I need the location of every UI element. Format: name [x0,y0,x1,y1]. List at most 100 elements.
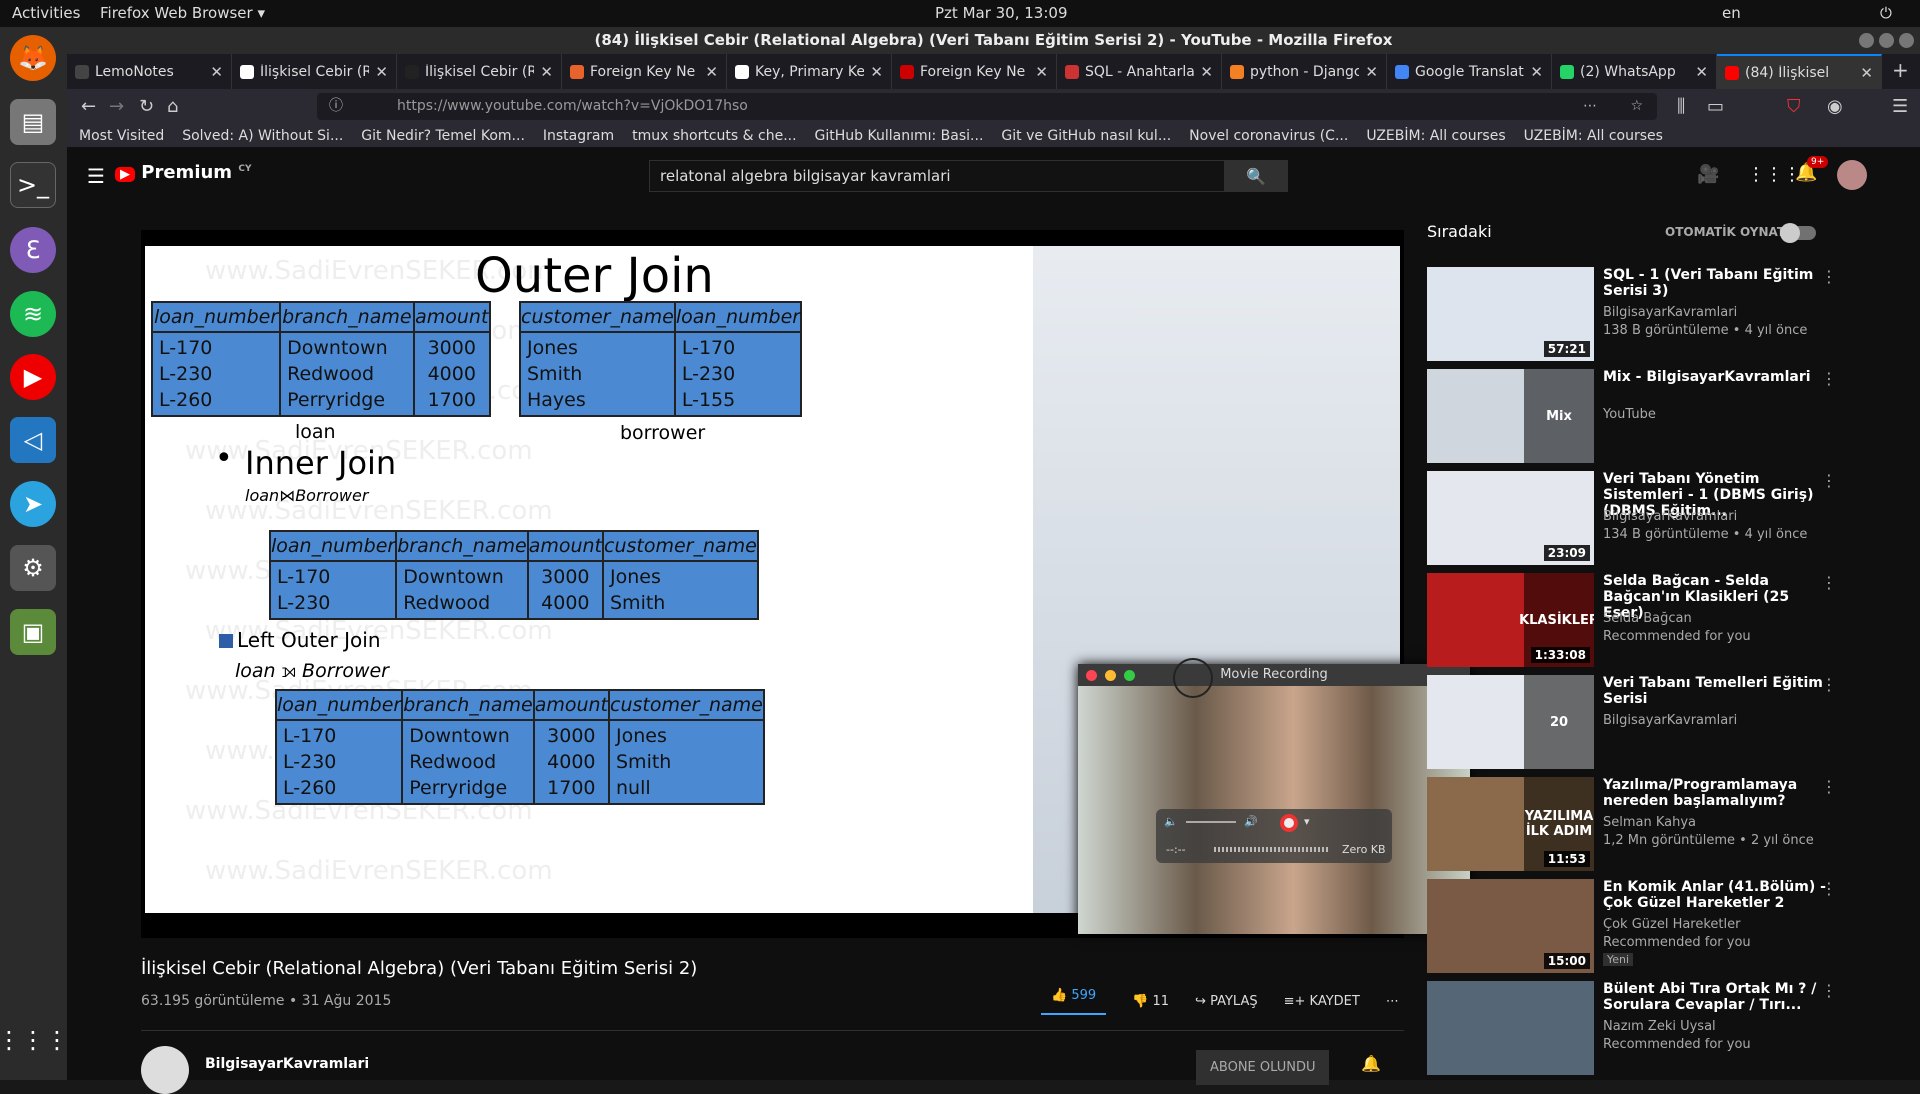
tab-7[interactable]: python - Djangc ✕ [1222,54,1387,89]
home-icon[interactable]: ⌂ [167,96,178,117]
tab-2[interactable]: İlişkisel Cebir (R ✕ [397,54,562,89]
close-tab-icon[interactable]: ✕ [870,63,883,81]
video-thumbnail[interactable]: 20 [1427,675,1594,769]
create-video-icon[interactable]: 🎥 [1697,164,1719,185]
bookmark-item[interactable]: Most Visited [79,128,164,144]
firefox-icon[interactable]: 🦊 [10,35,56,81]
more-actions-icon[interactable]: ⋯ [1386,994,1399,1009]
search-input[interactable]: relatonal algebra bilgisayar kavramlari [649,160,1227,192]
video-thumbnail[interactable]: Mix [1427,369,1594,463]
youtube-logo[interactable]: ▶ Premium CY [115,162,251,183]
tab-10[interactable]: (84) İlişkisel ✕ [1717,54,1882,89]
site-info-icon[interactable]: ⓘ [329,93,343,120]
video-thumbnail[interactable]: YAZILIMA İLK ADIM 11:53 [1427,777,1594,871]
emacs-icon[interactable]: ℇ [10,227,56,273]
close-tab-icon[interactable]: ✕ [1530,63,1543,81]
bookmark-star-icon[interactable]: ☆ [1630,93,1643,120]
movie-recording-window[interactable]: Movie Recording 🔈 🔊 ▾ --:-- Zero KB [1078,664,1470,934]
more-options-icon[interactable]: ⋮ [1821,777,1837,796]
maximize-button[interactable] [1879,33,1894,48]
tab-4[interactable]: Key, Primary Key, U ✕ [727,54,892,89]
close-tab-icon[interactable]: ✕ [1365,63,1378,81]
recommended-title[interactable]: Bülent Abi Tıra Ortak Mı ? / Sorulara Ce… [1603,981,1833,1013]
save-button[interactable]: ≡+ KAYDET [1284,994,1360,1009]
apps-grid-icon[interactable]: ⋮⋮⋮ [1747,164,1801,185]
new-tab-button[interactable]: + [1882,54,1919,89]
video-thumbnail[interactable]: 15:00 [1427,879,1594,973]
clock[interactable]: Pzt Mar 30, 13:09 [935,4,1068,22]
bookmark-item[interactable]: Git ve GitHub nasıl kul... [1001,128,1171,144]
language-indicator[interactable]: en [1722,4,1741,22]
close-window-button[interactable] [1899,33,1914,48]
bookmark-item[interactable]: tmux shortcuts & che... [632,128,796,144]
recommended-video[interactable]: 57:21 SQL - 1 (Veri Tabanı Eğitim Serisi … [1427,267,1837,361]
video-thumbnail[interactable]: KLASİKLER 1:33:08 [1427,573,1594,667]
recommended-title[interactable]: SQL - 1 (Veri Tabanı Eğitim Serisi 3) [1603,267,1833,299]
tab-6[interactable]: SQL - Anahtarla ✕ [1057,54,1222,89]
search-button[interactable]: 🔍 [1224,160,1288,192]
menu-icon[interactable]: ☰ [1892,96,1908,117]
more-options-icon[interactable]: ⋮ [1821,675,1837,694]
notification-bell-icon[interactable]: 🔔 [1361,1054,1381,1073]
video-thumbnail[interactable]: 23:09 [1427,471,1594,565]
forward-icon[interactable]: → [109,96,124,117]
channel-name[interactable]: BilgisayarKavramlari [205,1056,369,1072]
recommended-video[interactable]: 23:09 Veri Tabanı Yönetim Sistemleri - 1 … [1427,471,1837,565]
bookmark-item[interactable]: UZEBİM: All courses [1524,128,1663,144]
close-tab-icon[interactable]: ✕ [540,63,553,81]
close-tab-icon[interactable]: ✕ [210,63,223,81]
close-tab-icon[interactable]: ✕ [1860,64,1873,82]
more-options-icon[interactable]: ⋮ [1821,471,1837,490]
more-options-icon[interactable]: ⋮ [1821,369,1837,388]
mac-zoom-button[interactable] [1124,670,1135,681]
dislike-button[interactable]: 👎 11 [1132,994,1169,1009]
record-button[interactable] [1280,814,1298,832]
library-icon[interactable]: ⫼ [1677,96,1685,117]
recommended-video[interactable]: Bülent Abi Tıra Ortak Mı ? / Sorulara Ce… [1427,981,1837,1075]
recommended-title[interactable]: Yazılıma/Programlamaya nereden başlamalı… [1603,777,1833,809]
recommended-video[interactable]: 15:00 En Komik Anlar (41.Bölüm) - Çok Güz… [1427,879,1837,973]
bookmark-item[interactable]: UZEBİM: All courses [1366,128,1505,144]
files-icon[interactable]: ▤ [10,99,56,145]
tab-3[interactable]: Foreign Key Ne ✕ [562,54,727,89]
recommended-video[interactable]: 20 Veri Tabanı Temelleri Eğitim Serisi Bil… [1427,675,1837,769]
terminal-icon[interactable]: >_ [10,162,56,208]
bookmark-item[interactable]: Novel coronavirus (C... [1189,128,1348,144]
video-thumbnail[interactable] [1427,981,1594,1075]
app-grid-icon[interactable]: ⋮⋮⋮ [0,1017,69,1063]
bookmark-item[interactable]: GitHub Kullanımı: Basi... [815,128,984,144]
volume-slider[interactable] [1186,821,1236,823]
minimize-button[interactable] [1859,33,1874,48]
more-options-icon[interactable]: ⋮ [1821,879,1837,898]
spotify-icon[interactable]: ≋ [10,291,56,337]
image-viewer-icon[interactable]: ▣ [10,609,56,655]
sidebar-toggle-icon[interactable]: ▭ [1707,96,1724,117]
recommended-video[interactable]: Mix Mix - BilgisayarKavramlari YouTube ⋮ [1427,369,1837,463]
close-tab-icon[interactable]: ✕ [1695,63,1708,81]
recommended-video[interactable]: KLASİKLER 1:33:08 Selda Bağcan - Selda Bağ… [1427,573,1837,667]
more-options-icon[interactable]: ⋮ [1821,981,1837,1000]
more-options-icon[interactable]: ⋮ [1821,267,1837,286]
recommended-video[interactable]: YAZILIMA İLK ADIM 11:53 Yazılıma/Programla… [1427,777,1837,871]
recommended-title[interactable]: Mix - BilgisayarKavramlari [1603,369,1833,385]
vscode-icon[interactable]: ◁ [10,417,56,463]
account-icon[interactable]: ◉ [1827,96,1843,117]
recommended-title[interactable]: En Komik Anlar (41.Bölüm) - Çok Güzel Ha… [1603,879,1833,911]
video-player[interactable]: www.SadiEvrenSEKER.com www.SadiEvrenSEKER… [141,230,1470,938]
channel-avatar[interactable] [141,1046,189,1094]
back-icon[interactable]: ← [81,96,96,117]
mac-minimize-button[interactable] [1105,670,1116,681]
recommended-title[interactable]: Veri Tabanı Temelleri Eğitim Serisi [1603,675,1833,707]
like-button[interactable]: 👍 599 [1041,988,1107,1015]
app-menu[interactable]: Firefox Web Browser ▾ [100,4,265,22]
bookmark-item[interactable]: Git Nedir? Temel Kom... [361,128,525,144]
video-thumbnail[interactable]: 57:21 [1427,267,1594,361]
bookmark-item[interactable]: Solved: A) Without Si... [182,128,343,144]
mac-close-button[interactable] [1086,670,1097,681]
tab-0[interactable]: LemoNotes ✕ [67,54,232,89]
tab-1[interactable]: İlişkisel Cebir (Rela ✕ [232,54,397,89]
tab-5[interactable]: Foreign Key Ne ✕ [892,54,1057,89]
page-actions-icon[interactable]: ⋯ [1583,93,1597,120]
tab-9[interactable]: (2) WhatsApp ✕ [1552,54,1717,89]
share-button[interactable]: ↪ PAYLAŞ [1195,994,1258,1009]
